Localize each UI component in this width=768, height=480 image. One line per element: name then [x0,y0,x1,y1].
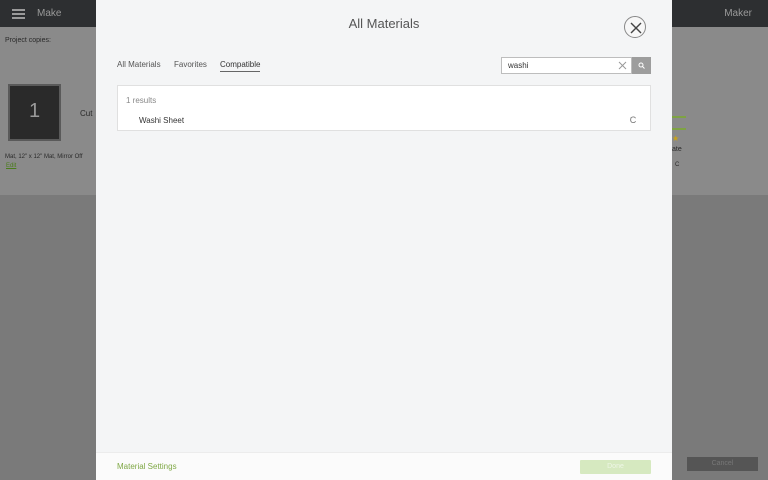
compatible-icon: ·· C [629,115,637,125]
cut-label: Cut [80,109,93,118]
modal-footer: Material Settings Done [96,452,672,480]
close-icon [630,22,642,34]
side-green-line [672,116,686,118]
mat-info: Mat, 12" x 12" Mat, Mirror Off [5,154,83,160]
project-copies-label: Project copies: [5,37,51,44]
mat-thumbnail: 1 [8,84,61,141]
edit-link: Edit [6,163,17,169]
material-settings-link[interactable]: Material Settings [117,462,177,471]
search-button[interactable] [632,57,651,74]
side-green-line [672,128,686,130]
star-icon: ★ [672,134,680,143]
clear-search-icon[interactable] [618,61,627,70]
search-box [501,57,651,74]
list-item[interactable]: Washi Sheet ·· C [118,112,650,128]
tab-all-materials[interactable]: All Materials [117,60,161,71]
side-c: C [675,162,680,168]
mat-number: 1 [28,100,41,122]
results-panel: 1 results Washi Sheet ·· C [117,85,651,131]
side-text: ate [672,146,682,153]
results-count: 1 results [126,96,157,105]
side-panel-fragment: ★ ate C [672,112,692,172]
menu-icon[interactable] [12,9,25,19]
modal-title: All Materials [348,16,420,31]
done-button[interactable]: Done [580,460,651,474]
close-button[interactable] [624,16,646,38]
app-title: Make [37,8,62,19]
machine-label: Maker [724,8,752,19]
tab-compatible[interactable]: Compatible [220,60,261,72]
search-icon [638,62,645,69]
materials-modal: All Materials All Materials Favorites Co… [96,0,672,480]
result-name: Washi Sheet [139,116,185,125]
background-cancel-button: Cancel [687,457,758,471]
search-input[interactable] [501,57,632,74]
tab-favorites[interactable]: Favorites [174,60,207,71]
